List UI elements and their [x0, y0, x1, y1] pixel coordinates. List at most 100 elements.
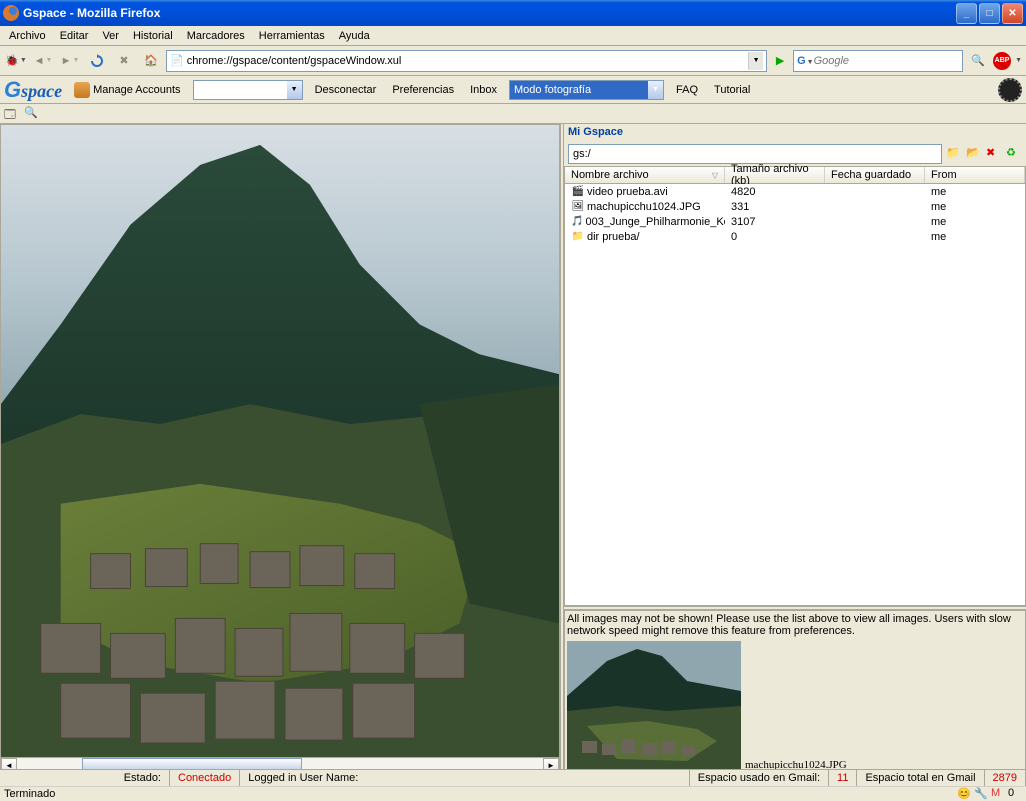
zoom-icon[interactable]: 🔍 — [24, 106, 40, 122]
image-panel: ◄ ► — [0, 124, 560, 774]
refresh-icon[interactable]: ♻ — [1006, 146, 1022, 162]
firefox-icon — [3, 5, 19, 21]
account-combo[interactable]: ▼ — [193, 80, 303, 100]
file-list-header: Nombre archivo▽ Tamaño archivo (kb) Fech… — [564, 166, 1026, 184]
sub-toolbar: 🗔 🔍 — [0, 104, 1026, 124]
mode-combo[interactable]: Modo fotografía ▼ — [509, 80, 664, 100]
reload-button[interactable] — [85, 49, 109, 73]
nav-toolbar: 🐞▼ ◄▼ ►▼ ✖ 🏠 📄 ▼ ▶ G▼ 🔍 ABP ▼ — [0, 46, 1026, 76]
file-size: 0 — [725, 231, 825, 243]
gspace-logo: Gspace — [4, 77, 62, 103]
total-label: Espacio total en Gmail — [865, 772, 975, 784]
col-from[interactable]: From — [925, 167, 1025, 183]
url-input[interactable] — [187, 55, 748, 67]
stop-button[interactable]: ✖ — [112, 49, 136, 73]
preview-warning: All images may not be shown! Please use … — [567, 613, 1023, 637]
delete-icon[interactable]: ✖ — [986, 146, 1002, 162]
menu-ver[interactable]: Ver — [95, 28, 126, 44]
estado-label: Estado: — [124, 772, 161, 784]
abp-dropdown-icon[interactable]: ▼ — [1015, 57, 1022, 64]
file-icon: 🖼 — [571, 200, 585, 214]
back-button[interactable]: ◄▼ — [31, 49, 55, 73]
new-folder-icon[interactable]: 📂 — [966, 146, 982, 162]
file-from: me — [925, 231, 1025, 243]
inbox-link[interactable]: Inbox — [466, 82, 501, 98]
tutorial-link[interactable]: Tutorial — [710, 82, 754, 98]
menu-archivo[interactable]: Archivo — [2, 28, 53, 44]
disconnect-link[interactable]: Desconectar — [311, 82, 381, 98]
file-name: video prueba.avi — [587, 186, 668, 198]
search-input[interactable] — [814, 55, 960, 67]
dropdown-icon[interactable]: ▼ — [287, 81, 302, 99]
menu-herramientas[interactable]: Herramientas — [252, 28, 332, 44]
done-label: Terminado — [4, 788, 55, 800]
tools-icon[interactable]: 🔧 — [974, 787, 988, 801]
app-statusbar: Estado: Conectado Logged in User Name: E… — [0, 769, 1026, 786]
page-icon: 📄 — [170, 54, 184, 67]
go-button[interactable]: ▶ — [770, 51, 790, 71]
browser-statusbar: Terminado 😊 🔧 M 0 — [0, 786, 1026, 800]
search-box[interactable]: G▼ — [793, 50, 963, 72]
file-icon: 📁 — [571, 230, 585, 244]
window-title: Gspace - Mozilla Firefox — [23, 6, 954, 20]
file-row[interactable]: 📁dir prueba/0 me — [565, 229, 1025, 244]
file-row[interactable]: 🎬video prueba.avi 4820 me — [565, 184, 1025, 199]
content-area: ◄ ► Mi Gspace 📁 📂 ✖ ♻ Nombre archivo▽ Ta… — [0, 124, 1026, 774]
used-value: 11 — [837, 772, 848, 784]
mail-icon[interactable]: M — [991, 787, 1005, 801]
dropdown-icon[interactable]: ▼ — [648, 81, 663, 99]
home-button[interactable]: 🏠 — [139, 49, 163, 73]
debug-button[interactable]: 🐞▼ — [4, 49, 28, 73]
sort-icon: ▽ — [712, 171, 718, 180]
file-from: me — [925, 186, 1025, 198]
up-folder-icon[interactable]: 📁 — [946, 146, 962, 162]
file-list[interactable]: 🎬video prueba.avi4820me🖼machupicchu1024.… — [564, 184, 1026, 606]
image-viewer[interactable] — [1, 125, 559, 757]
google-icon[interactable]: G▼ — [797, 55, 814, 67]
col-name[interactable]: Nombre archivo▽ — [565, 167, 725, 183]
file-from: me — [925, 201, 1025, 213]
addon-badge-icon[interactable] — [998, 78, 1022, 102]
path-input[interactable] — [568, 144, 942, 164]
panel-title: Mi Gspace — [564, 124, 1026, 142]
thumbnail[interactable] — [567, 641, 741, 771]
right-panel: Mi Gspace 📁 📂 ✖ ♻ Nombre archivo▽ Tamaño… — [564, 124, 1026, 774]
file-size: 3107 — [725, 216, 825, 228]
menu-ayuda[interactable]: Ayuda — [332, 28, 377, 44]
count-icon: 0 — [1008, 787, 1022, 801]
file-size: 331 — [725, 201, 825, 213]
url-bar[interactable]: 📄 ▼ — [166, 50, 767, 72]
close-button[interactable]: ✕ — [1002, 3, 1023, 24]
menu-historial[interactable]: Historial — [126, 28, 180, 44]
logged-label: Logged in User Name: — [248, 772, 358, 784]
forward-button[interactable]: ►▼ — [58, 49, 82, 73]
minimize-button[interactable]: _ — [956, 3, 977, 24]
menu-bar: Archivo Editar Ver Historial Marcadores … — [0, 26, 1026, 46]
abp-icon[interactable]: ABP — [993, 52, 1011, 70]
file-name: dir prueba/ — [587, 231, 640, 243]
col-size[interactable]: Tamaño archivo (kb) — [725, 167, 825, 183]
search-button[interactable]: 🔍 — [966, 49, 990, 73]
status-icon[interactable]: 😊 — [957, 787, 971, 801]
file-icon: 🎵 — [571, 215, 583, 229]
manage-accounts-button[interactable]: Manage Accounts — [70, 80, 184, 100]
used-label: Espacio usado en Gmail: — [698, 772, 820, 784]
window-titlebar: Gspace - Mozilla Firefox _ □ ✕ — [0, 0, 1026, 26]
faq-link[interactable]: FAQ — [672, 82, 702, 98]
file-row[interactable]: 🖼machupicchu1024.JPG 331 me — [565, 199, 1025, 214]
prefs-link[interactable]: Preferencias — [388, 82, 458, 98]
col-date[interactable]: Fecha guardado — [825, 167, 925, 183]
manage-accounts-label: Manage Accounts — [93, 84, 180, 96]
gspace-toolbar: Gspace Manage Accounts ▼ Desconectar Pre… — [0, 76, 1026, 104]
preview-panel: All images may not be shown! Please use … — [564, 610, 1026, 774]
file-size: 4820 — [725, 186, 825, 198]
menu-editar[interactable]: Editar — [53, 28, 96, 44]
menu-marcadores[interactable]: Marcadores — [180, 28, 252, 44]
file-row[interactable]: 🎵003_Junge_Philharmonie_Koeln-Viv...3107… — [565, 214, 1025, 229]
file-name: machupicchu1024.JPG — [587, 201, 701, 213]
url-dropdown-icon[interactable]: ▼ — [748, 52, 763, 70]
window-icon[interactable]: 🗔 — [4, 106, 20, 122]
file-from: me — [925, 216, 1025, 228]
maximize-button[interactable]: □ — [979, 3, 1000, 24]
file-icon: 🎬 — [571, 185, 585, 199]
